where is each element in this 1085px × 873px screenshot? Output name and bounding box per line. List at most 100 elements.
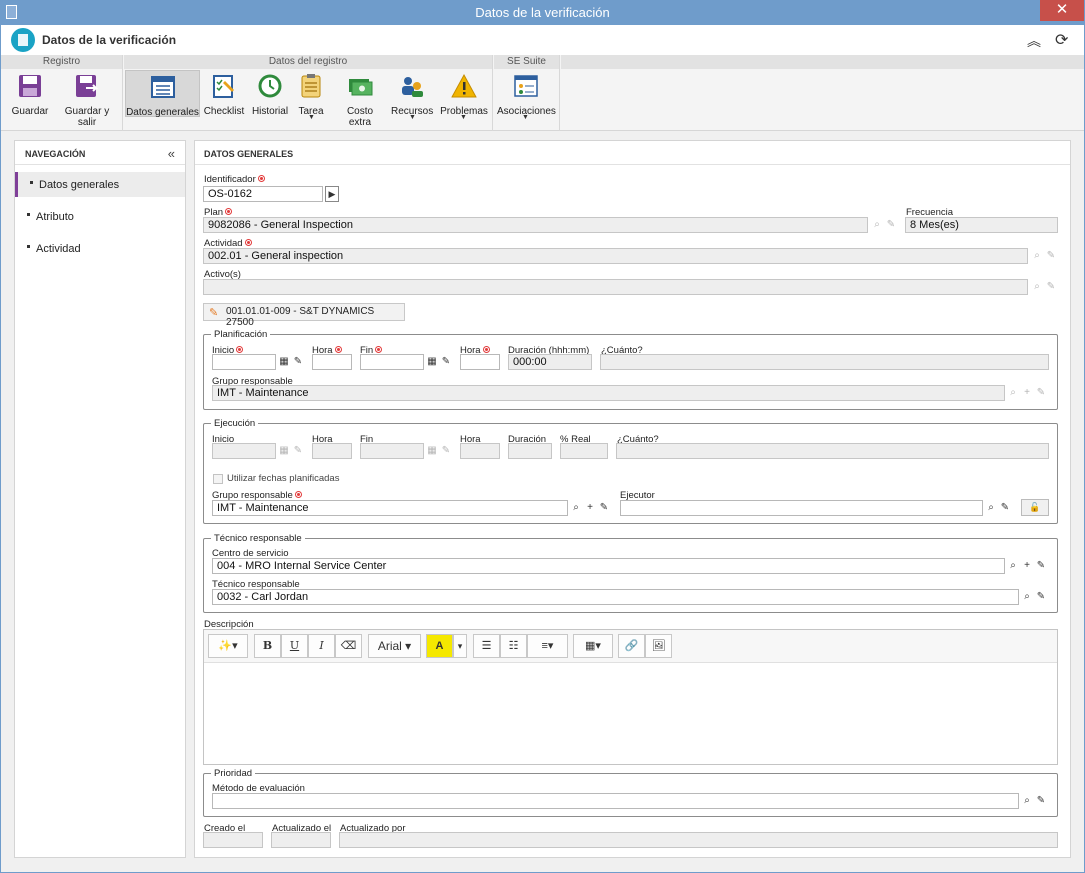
identificador-field[interactable]: OS-0162 [203, 186, 323, 202]
refresh-icon[interactable]: ⟳ [1055, 30, 1068, 50]
plan-grupo-field[interactable]: IMT - Maintenance [212, 385, 1005, 401]
image-icon[interactable]: 🖼 [645, 634, 672, 658]
actividad-field[interactable]: 002.01 - General inspection [203, 248, 1028, 264]
activos-field[interactable] [203, 279, 1028, 295]
nav-item-label: Atributo [36, 211, 74, 223]
resources-button[interactable]: Recursos [391, 70, 433, 117]
align-icon[interactable]: ≡▾ [527, 634, 568, 658]
clear-icon[interactable]: ✎ [439, 355, 453, 369]
history-button[interactable]: Historial [250, 70, 290, 117]
plan-hora-fin-field[interactable] [460, 354, 500, 370]
associations-dropdown-icon[interactable]: ▼ [522, 114, 529, 121]
add-icon[interactable]: + [1020, 386, 1034, 400]
search-icon[interactable]: ⌕ [1006, 559, 1020, 573]
collapse-panel-icon[interactable]: « [168, 146, 175, 161]
search-icon[interactable]: ⌕ [569, 501, 583, 515]
add-icon[interactable]: + [583, 501, 597, 515]
warning-icon [451, 73, 477, 98]
ejec-hora-field [312, 443, 352, 459]
plan-fin-date-field[interactable] [360, 354, 424, 370]
search-icon[interactable]: ⌕ [870, 218, 884, 232]
collapse-up-icon[interactable]: ︽ [1027, 31, 1041, 51]
magic-wand-icon[interactable]: ✨▾ [208, 634, 248, 658]
nav-item-datos-generales[interactable]: Datos generales [15, 172, 185, 197]
money-icon [349, 79, 373, 96]
save-exit-label: Guardar y salir [64, 106, 110, 128]
link-icon[interactable]: 🔗 [618, 634, 645, 658]
clear-icon[interactable]: ✎ [1034, 559, 1048, 573]
search-icon[interactable]: ⌕ [1030, 249, 1044, 263]
clear-icon[interactable]: ✎ [1044, 280, 1058, 294]
plan-inicio-date-field[interactable] [212, 354, 276, 370]
navigate-arrow-icon[interactable]: ▶ [325, 186, 339, 202]
checklist-button[interactable]: Checklist [203, 70, 245, 117]
ejecutor-field[interactable] [620, 500, 983, 516]
associations-button[interactable]: Asociaciones [497, 70, 556, 117]
italic-button[interactable]: I [308, 634, 335, 658]
extra-cost-button[interactable]: Costo extra [335, 70, 385, 128]
font-select[interactable]: Arial ▾ [368, 634, 421, 658]
clear-icon[interactable]: ✎ [884, 218, 898, 232]
ejec-grupo-field[interactable]: IMT - Maintenance [212, 500, 568, 516]
resources-dropdown-icon[interactable]: ▼ [409, 114, 416, 121]
bullet-list-icon[interactable]: ☰ [473, 634, 500, 658]
text-color-button[interactable]: A [426, 634, 453, 658]
task-button[interactable]: Tarea [294, 70, 328, 117]
clear-icon: ✎ [441, 445, 451, 456]
required-icon [257, 175, 265, 182]
clear-icon[interactable]: ✎ [597, 501, 611, 515]
problems-dropdown-icon[interactable]: ▼ [460, 114, 467, 121]
task-dropdown-icon[interactable]: ▼ [308, 114, 315, 121]
identificador-label: Identificador [204, 174, 265, 185]
usar-fechas-checkbox[interactable] [213, 474, 223, 484]
clear-icon[interactable]: ✎ [1034, 590, 1048, 604]
table-icon[interactable]: ▦▾ [573, 634, 613, 658]
plan-hora-field[interactable] [312, 354, 352, 370]
save-button[interactable]: Guardar [8, 70, 52, 117]
clear-icon[interactable]: ✎ [291, 355, 305, 369]
text-color-dropdown[interactable]: ▾ [453, 634, 467, 658]
problems-button[interactable]: Problemas [440, 70, 488, 117]
nav-item-atributo[interactable]: Atributo [15, 204, 185, 229]
search-icon[interactable]: ⌕ [984, 501, 998, 515]
tecnico-field[interactable]: 0032 - Carl Jordan [212, 589, 1019, 605]
clear-icon[interactable]: ✎ [998, 501, 1012, 515]
eraser-icon[interactable]: ⌫ [335, 634, 362, 658]
close-button[interactable]: ✕ [1040, 0, 1084, 21]
calendar-icon: ▦ [279, 445, 289, 456]
clear-icon[interactable]: ✎ [1044, 249, 1058, 263]
ribbon-group-label: Datos del registro [124, 55, 492, 69]
clear-icon[interactable]: ✎ [1034, 794, 1048, 808]
calendar-icon[interactable]: ▦ [425, 355, 439, 369]
required-icon [236, 346, 244, 353]
ejec-duracion-field [508, 443, 552, 459]
underline-button[interactable]: U [281, 634, 308, 658]
calendar-icon[interactable]: ▦ [277, 355, 291, 369]
asset-tag-button[interactable]: ✎ 001.01.01-009 - S&T DYNAMICS 27500 [203, 303, 405, 328]
nav-item-actividad[interactable]: Actividad [15, 236, 185, 261]
lock-icon[interactable]: 🔓 [1021, 499, 1049, 516]
ejecucion-legend: Ejecución [211, 418, 259, 429]
add-icon[interactable]: + [1020, 559, 1034, 573]
tab-datos-generales[interactable]: Datos generales [125, 70, 200, 118]
save-and-exit-button[interactable]: Guardar y salir [55, 70, 119, 128]
navigation-title: NAVEGACIÓN [15, 141, 185, 165]
centro-field[interactable]: 004 - MRO Internal Service Center [212, 558, 1005, 574]
clear-icon: ✎ [293, 445, 303, 456]
search-icon[interactable]: ⌕ [1030, 280, 1044, 294]
ejec-hora-fin-field [460, 443, 500, 459]
search-icon[interactable]: ⌕ [1020, 794, 1034, 808]
search-icon[interactable]: ⌕ [1020, 590, 1034, 604]
usar-fechas-label: Utilizar fechas planificadas [227, 473, 340, 484]
nav-item-label: Datos generales [39, 179, 120, 191]
plan-field[interactable]: 9082086 - General Inspection [203, 217, 868, 233]
window-title: Datos de la verificación [475, 5, 610, 20]
metodo-field[interactable] [212, 793, 1019, 809]
clipboard-icon [301, 74, 321, 98]
search-icon[interactable]: ⌕ [1006, 386, 1020, 400]
bold-button[interactable]: B [254, 634, 281, 658]
clear-icon[interactable]: ✎ [1034, 386, 1048, 400]
numbered-list-icon[interactable]: ☷ [500, 634, 527, 658]
ribbon-group-label: Registro [1, 55, 122, 69]
section-title: DATOS GENERALES [195, 141, 1070, 165]
